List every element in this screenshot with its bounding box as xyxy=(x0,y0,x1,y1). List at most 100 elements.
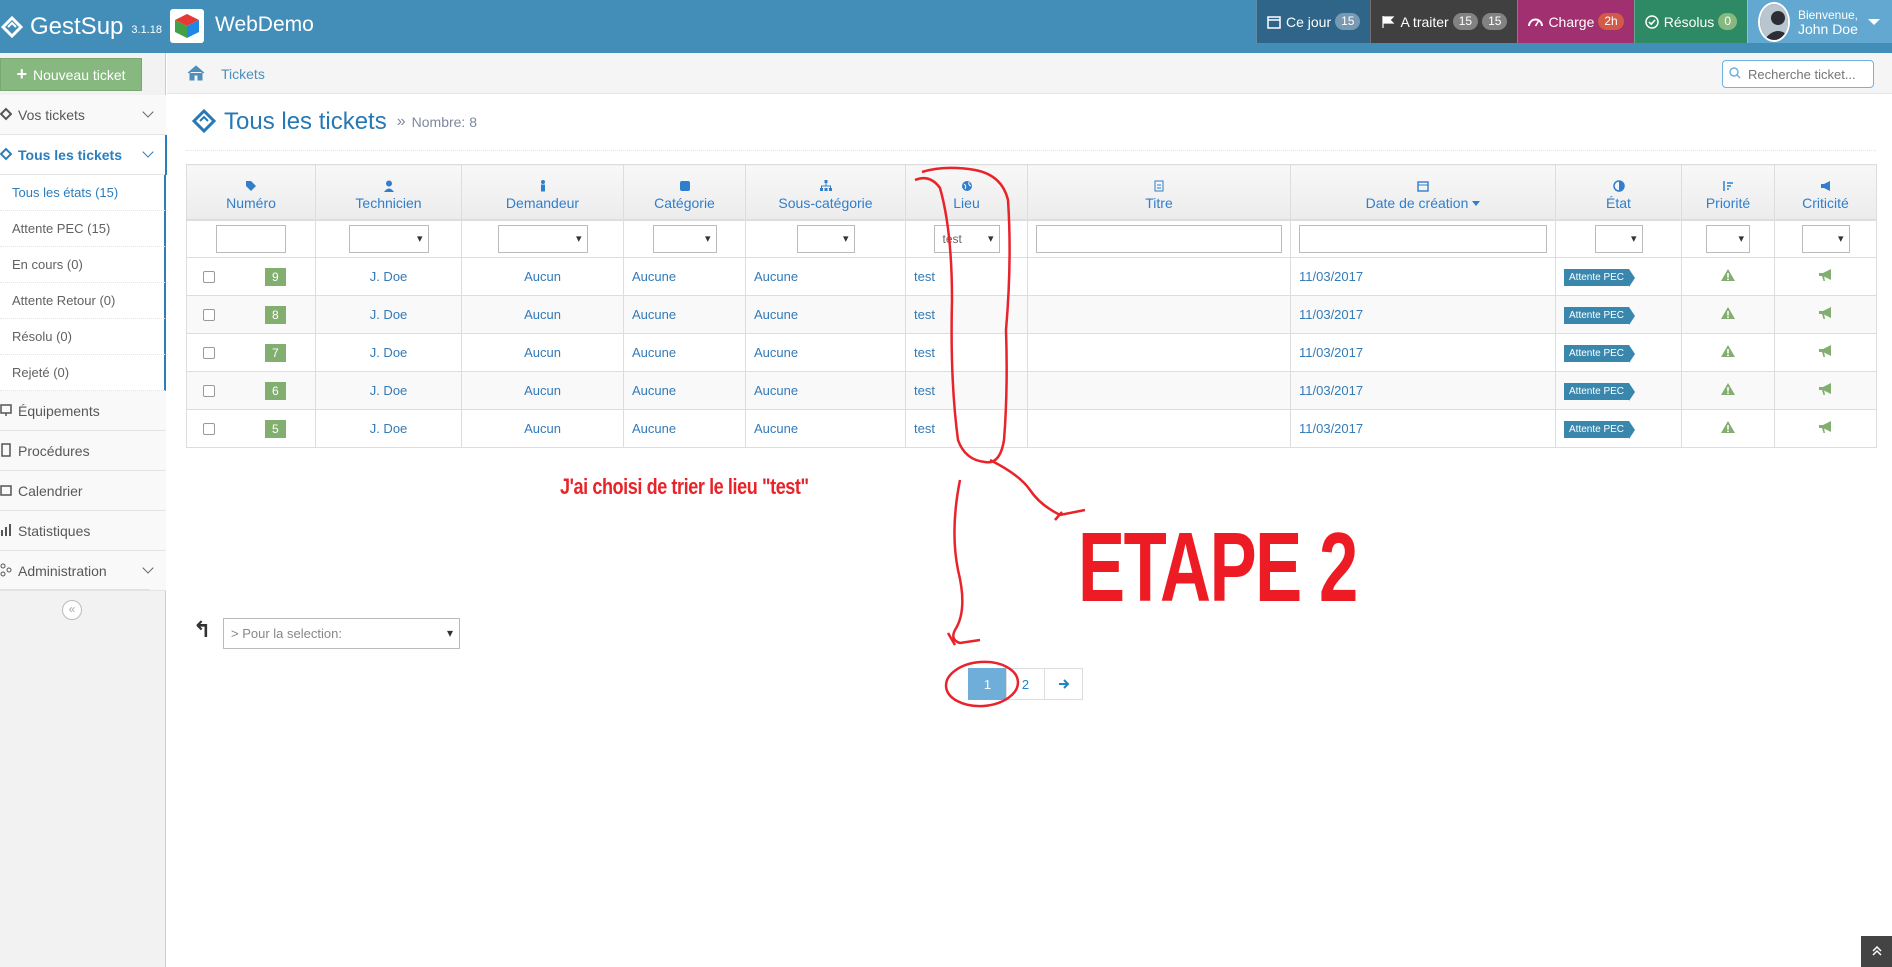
sidebar-item-procedures[interactable]: Procédures xyxy=(0,431,166,471)
criticality-cell[interactable] xyxy=(1774,371,1877,410)
filter-subcategory-select[interactable] xyxy=(796,224,855,253)
sidebar-item-statistics[interactable]: Statistiques xyxy=(0,511,166,551)
home-icon[interactable] xyxy=(187,65,205,84)
filter-criticality-select[interactable] xyxy=(1801,224,1850,253)
criticality-cell[interactable] xyxy=(1774,257,1877,296)
title-cell[interactable] xyxy=(1027,371,1291,410)
table-row[interactable]: 8 J. Doe Aucun Aucune Aucune test 11/03/2017 At… xyxy=(186,295,1877,334)
column-header-place[interactable]: Lieu xyxy=(905,164,1028,221)
collapse-sidebar-button[interactable]: « xyxy=(62,600,82,620)
title-cell[interactable] xyxy=(1027,409,1291,448)
table-row[interactable]: 5 J. Doe Aucun Aucune Aucune test 11/03/2017 At… xyxy=(186,409,1877,448)
state-cell[interactable]: Attente PEC xyxy=(1555,409,1682,448)
subcategory-cell[interactable]: Aucune xyxy=(745,333,906,372)
sidebar-subitem-resolved[interactable]: Résolu (0) xyxy=(0,319,166,355)
technician-cell[interactable]: J. Doe xyxy=(315,257,462,296)
technician-cell[interactable]: J. Doe xyxy=(315,409,462,448)
column-header-state[interactable]: État xyxy=(1555,164,1682,221)
technician-cell[interactable]: J. Doe xyxy=(315,333,462,372)
sidebar-item-calendar[interactable]: Calendrier xyxy=(0,471,166,511)
column-header-number[interactable]: Numéro xyxy=(186,164,316,221)
criticality-cell[interactable] xyxy=(1774,333,1877,372)
search-input[interactable] xyxy=(1746,65,1866,83)
title-cell[interactable] xyxy=(1027,295,1291,334)
requester-cell[interactable]: Aucun xyxy=(461,257,624,296)
page-button-2[interactable]: 2 xyxy=(1006,668,1045,700)
filter-title-input[interactable] xyxy=(1036,224,1282,253)
new-ticket-button[interactable]: + Nouveau ticket xyxy=(0,58,142,91)
creation-date-cell[interactable]: 11/03/2017 xyxy=(1290,371,1556,410)
technician-cell[interactable]: J. Doe xyxy=(315,371,462,410)
title-cell[interactable] xyxy=(1027,257,1291,296)
criticality-cell[interactable] xyxy=(1774,409,1877,448)
charge-button[interactable]: Charge 2h xyxy=(1517,0,1634,43)
breadcrumb-tickets[interactable]: Tickets xyxy=(221,66,265,82)
ticket-number-badge[interactable]: 6 xyxy=(265,381,286,400)
filter-number-input[interactable] xyxy=(216,224,286,253)
category-cell[interactable]: Aucune xyxy=(623,409,746,448)
priority-cell[interactable] xyxy=(1681,371,1775,410)
requester-cell[interactable]: Aucun xyxy=(461,295,624,334)
requester-cell[interactable]: Aucun xyxy=(461,409,624,448)
requester-cell[interactable]: Aucun xyxy=(461,371,624,410)
sidebar-subitem-waiting-return[interactable]: Attente Retour (0) xyxy=(0,283,166,319)
column-header-title[interactable]: Titre xyxy=(1027,164,1291,221)
title-cell[interactable] xyxy=(1027,333,1291,372)
ticket-number-badge[interactable]: 7 xyxy=(265,343,286,362)
place-cell[interactable]: test xyxy=(905,257,1028,296)
filter-place-select[interactable]: test xyxy=(933,224,1000,253)
column-header-category[interactable]: Catégorie xyxy=(623,164,746,221)
today-button[interactable]: Ce jour 15 xyxy=(1255,0,1371,43)
filter-priority-select[interactable] xyxy=(1706,224,1750,253)
priority-cell[interactable] xyxy=(1681,333,1775,372)
row-checkbox[interactable] xyxy=(203,270,215,283)
column-header-requester[interactable]: Demandeur xyxy=(461,164,624,221)
sidebar-subitem-in-progress[interactable]: En cours (0) xyxy=(0,247,166,283)
sidebar-subitem-rejected[interactable]: Rejeté (0) xyxy=(0,355,166,391)
search-box[interactable] xyxy=(1722,60,1874,88)
priority-cell[interactable] xyxy=(1681,409,1775,448)
category-cell[interactable]: Aucune xyxy=(623,371,746,410)
priority-cell[interactable] xyxy=(1681,295,1775,334)
ticket-number-badge[interactable]: 5 xyxy=(265,419,286,438)
subcategory-cell[interactable]: Aucune xyxy=(745,295,906,334)
creation-date-cell[interactable]: 11/03/2017 xyxy=(1290,257,1556,296)
row-checkbox[interactable] xyxy=(203,308,215,321)
table-row[interactable]: 6 J. Doe Aucun Aucune Aucune test 11/03/2017 At… xyxy=(186,371,1877,410)
state-cell[interactable]: Attente PEC xyxy=(1555,257,1682,296)
column-header-priority[interactable]: Priorité xyxy=(1681,164,1775,221)
scroll-to-top-button[interactable] xyxy=(1861,936,1892,967)
bulk-action-select[interactable]: > Pour la selection: xyxy=(223,618,460,649)
creation-date-cell[interactable]: 11/03/2017 xyxy=(1290,409,1556,448)
page-button-1[interactable]: 1 xyxy=(968,668,1007,700)
subcategory-cell[interactable]: Aucune xyxy=(745,409,906,448)
filter-technician-select[interactable] xyxy=(348,224,429,253)
column-header-creation-date[interactable]: Date de création xyxy=(1290,164,1556,221)
creation-date-cell[interactable]: 11/03/2017 xyxy=(1290,333,1556,372)
requester-cell[interactable]: Aucun xyxy=(461,333,624,372)
place-cell[interactable]: test xyxy=(905,333,1028,372)
filter-requester-select[interactable] xyxy=(497,224,588,253)
sidebar-item-equipment[interactable]: Équipements xyxy=(0,391,166,431)
place-cell[interactable]: test xyxy=(905,295,1028,334)
priority-cell[interactable] xyxy=(1681,257,1775,296)
row-checkbox[interactable] xyxy=(203,346,215,359)
creation-date-cell[interactable]: 11/03/2017 xyxy=(1290,295,1556,334)
subcategory-cell[interactable]: Aucune xyxy=(745,371,906,410)
place-cell[interactable]: test xyxy=(905,371,1028,410)
category-cell[interactable]: Aucune xyxy=(623,257,746,296)
next-page-button[interactable] xyxy=(1044,668,1083,700)
state-cell[interactable]: Attente PEC xyxy=(1555,371,1682,410)
filter-state-select[interactable] xyxy=(1594,224,1643,253)
filter-category-select[interactable] xyxy=(652,224,717,253)
subcategory-cell[interactable]: Aucune xyxy=(745,257,906,296)
column-header-technician[interactable]: Technicien xyxy=(315,164,462,221)
ticket-number-badge[interactable]: 8 xyxy=(265,305,286,324)
brand[interactable]: GestSup 3.1.18 xyxy=(0,0,162,53)
category-cell[interactable]: Aucune xyxy=(623,333,746,372)
technician-cell[interactable]: J. Doe xyxy=(315,295,462,334)
to-treat-button[interactable]: A traiter 15 15 xyxy=(1370,0,1518,43)
column-header-criticality[interactable]: Criticité xyxy=(1774,164,1877,221)
state-cell[interactable]: Attente PEC xyxy=(1555,333,1682,372)
sidebar-item-all-tickets[interactable]: Tous les tickets xyxy=(0,135,167,175)
